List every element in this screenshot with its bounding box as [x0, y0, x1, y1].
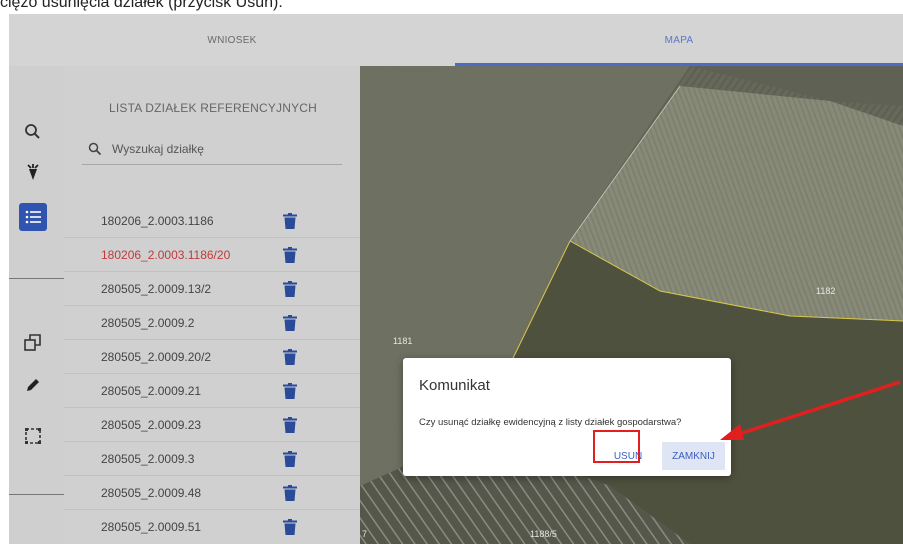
- parcel-label: 280505_2.0009.21: [101, 384, 202, 398]
- annotation-highlight-box: [593, 430, 640, 463]
- parcel-label: 280505_2.0009.20/2: [101, 350, 212, 364]
- map-parcel-label: 1188/5: [530, 529, 557, 539]
- search-icon: [25, 124, 40, 139]
- tab-bar: WNIOSEK MAPA: [9, 14, 903, 66]
- parcel-label: 180206_2.0003.1186/20: [101, 248, 231, 262]
- application-window: WNIOSEK MAPA LISTA DZIAŁEK REFERENCYJNYC…: [9, 14, 903, 544]
- pencil-icon: [27, 379, 39, 391]
- parcel-row[interactable]: 180206_2.0003.1186/20: [64, 238, 360, 272]
- search-icon: [88, 142, 102, 156]
- parcel-label: 280505_2.0009.2: [101, 316, 195, 330]
- parcel-row[interactable]: 280505_2.0009.2: [64, 306, 360, 340]
- parcel-label: 280505_2.0009.51: [101, 520, 202, 534]
- trash-icon[interactable]: [283, 451, 297, 467]
- trash-icon[interactable]: [283, 281, 297, 297]
- edit-tool-button[interactable]: [19, 371, 47, 399]
- carrot-tool-button[interactable]: [19, 158, 47, 186]
- panel-title: LISTA DZIAŁEK REFERENCYJNYCH: [108, 101, 318, 115]
- trash-icon[interactable]: [283, 383, 297, 399]
- trash-icon[interactable]: [283, 213, 297, 229]
- toolbar-divider: [9, 494, 64, 495]
- close-button[interactable]: ZAMKNIJ: [662, 442, 725, 470]
- parcel-row[interactable]: 280505_2.0009.13/2: [64, 272, 360, 306]
- parcel-row[interactable]: 280505_2.0009.48: [64, 476, 360, 510]
- parcel-row[interactable]: 280505_2.0009.3: [64, 442, 360, 476]
- map-parcel-label: 7: [362, 529, 368, 539]
- trash-icon[interactable]: [283, 247, 297, 263]
- list-icon: [25, 210, 41, 224]
- side-toolbar: [9, 66, 64, 544]
- parcel-row[interactable]: 280505_2.0009.21: [64, 374, 360, 408]
- tab-mapa[interactable]: MAPA: [455, 14, 903, 66]
- tab-wniosek[interactable]: WNIOSEK: [9, 14, 455, 66]
- search-tool-button[interactable]: [19, 118, 47, 146]
- map-parcel-label: 1181: [393, 336, 413, 346]
- parcel-list-panel: LISTA DZIAŁEK REFERENCYJNYCH 180206_2.00…: [64, 66, 360, 544]
- parcel-row[interactable]: 280505_2.0009.23: [64, 408, 360, 442]
- parcel-row[interactable]: 280505_2.0009.51: [64, 510, 360, 544]
- search-bar: [82, 134, 342, 165]
- confirm-dialog: Komunikat Czy usunąć działkę ewidencyjną…: [403, 358, 731, 476]
- map-parcel-label: 1182: [816, 286, 836, 296]
- trash-icon[interactable]: [283, 417, 297, 433]
- parcel-label: 280505_2.0009.23: [101, 418, 202, 432]
- dialog-message: Czy usunąć działkę ewidencyjną z listy d…: [419, 417, 682, 428]
- trash-icon[interactable]: [283, 519, 297, 535]
- trash-icon[interactable]: [283, 485, 297, 501]
- list-tool-button[interactable]: [19, 203, 47, 231]
- annotation-arrow-icon: [720, 380, 901, 440]
- parcel-row[interactable]: 180206_2.0003.1186: [64, 204, 360, 238]
- carrot-icon: [27, 164, 39, 180]
- trash-icon[interactable]: [283, 315, 297, 331]
- parcel-search-input[interactable]: [112, 139, 332, 159]
- parcel-row[interactable]: 280505_2.0009.20/2: [64, 340, 360, 374]
- parcel-label: 280505_2.0009.13/2: [101, 282, 212, 296]
- trash-icon[interactable]: [283, 349, 297, 365]
- parcel-label: 280505_2.0009.48: [101, 486, 202, 500]
- parcel-label: 280505_2.0009.3: [101, 452, 195, 466]
- parcel-label: 180206_2.0003.1186: [101, 214, 214, 228]
- select-area-tool-button[interactable]: [19, 422, 47, 450]
- copy-icon: [24, 334, 41, 351]
- toolbar-divider: [9, 278, 64, 279]
- copy-tool-button[interactable]: [19, 328, 47, 356]
- dialog-title: Komunikat: [419, 377, 490, 394]
- select-area-icon: [25, 428, 41, 444]
- caption-text: ciężo usunięcia działek (przycisk Usuń).: [0, 0, 283, 11]
